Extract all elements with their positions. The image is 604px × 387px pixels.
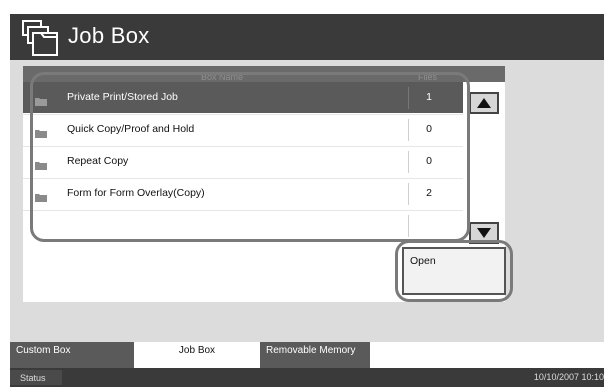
tab-bar: Custom Box Job Box Removable Memory [10, 342, 604, 368]
list-item[interactable]: Repeat Copy 0 [23, 146, 463, 177]
scroll-up-button[interactable] [469, 92, 499, 114]
column-header-files: Files [418, 72, 438, 82]
column-header-box-name: Box Name [201, 72, 244, 82]
list-item-empty [23, 210, 463, 247]
status-button[interactable]: Status [10, 370, 62, 385]
box-name: Quick Copy/Proof and Hold [67, 123, 195, 135]
file-count: 0 [426, 123, 432, 135]
tab-label: Custom Box [16, 345, 71, 356]
tab-custom-box[interactable]: Custom Box [10, 342, 134, 368]
job-box-screen: Job Box Box Name Files Private Print/Sto… [0, 0, 604, 387]
page-title: Job Box [68, 23, 150, 48]
box-name: Repeat Copy [67, 155, 129, 167]
column-divider [408, 215, 409, 237]
status-label: Status [20, 373, 46, 383]
file-count: 1 [426, 91, 432, 103]
tab-removable-memory[interactable]: Removable Memory [260, 342, 370, 368]
list-item[interactable]: Quick Copy/Proof and Hold 0 [23, 114, 463, 145]
box-name: Private Print/Stored Job [67, 91, 178, 103]
folder-icon [35, 125, 47, 138]
tab-label: Removable Memory [266, 345, 356, 356]
date-time: 10/10/2007 10:10 [533, 372, 604, 382]
tab-label: Job Box [178, 345, 216, 356]
content-area: Box Name Files Private Print/Stored Job … [10, 60, 604, 342]
list-item[interactable]: Form for Form Overlay(Copy) 2 [23, 178, 463, 209]
box-name: Form for Form Overlay(Copy) [67, 187, 205, 199]
title-bar: Job Box [10, 14, 604, 60]
open-button[interactable]: Open [402, 247, 506, 295]
list-item[interactable]: Private Print/Stored Job 1 [23, 82, 463, 113]
job-box-icon [19, 19, 61, 59]
file-count: 0 [426, 155, 432, 167]
folder-icon [35, 157, 47, 170]
status-bar: Status 10/10/2007 10:10 [10, 368, 604, 387]
tab-job-box[interactable]: Job Box [134, 342, 260, 368]
file-count: 2 [426, 187, 432, 199]
scroll-down-button[interactable] [469, 222, 499, 244]
folder-icon [35, 189, 47, 202]
box-list: Private Print/Stored Job 1 Quick Copy/Pr… [23, 82, 463, 247]
list-empty-area [23, 246, 463, 302]
open-button-label: Open [410, 255, 436, 267]
folder-icon [35, 93, 47, 106]
